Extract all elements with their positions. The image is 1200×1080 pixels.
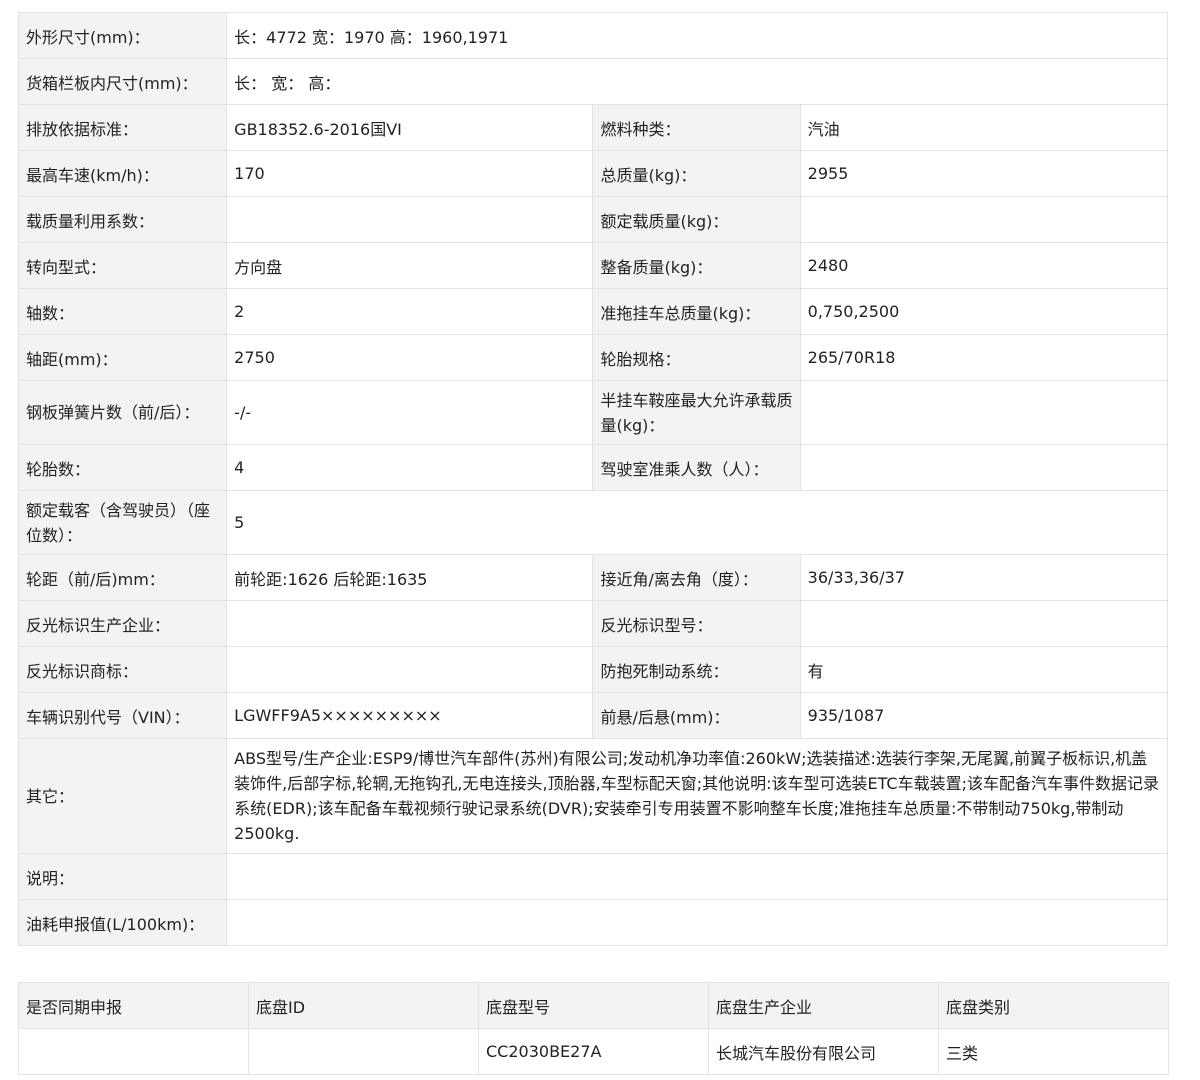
spec-row: 排放依据标准： GB18352.6-2016国VI 燃料种类： 汽油: [17, 104, 1169, 151]
spec-label: 轮胎数：: [17, 444, 228, 491]
spec-label: 前悬/后悬(mm)：: [592, 692, 801, 739]
table-cell: 三类: [938, 1028, 1169, 1075]
table-row: CC2030BE27A 长城汽车股份有限公司 三类: [18, 1028, 1169, 1075]
spec-label: 排放依据标准：: [17, 104, 228, 151]
spec-label: 半挂车鞍座最大允许承载质量(kg)：: [592, 380, 801, 445]
spec-value: [226, 196, 594, 243]
spec-value: 265/70R18: [799, 334, 1169, 381]
spec-value: GB18352.6-2016国VI: [226, 104, 594, 151]
column-header: 底盘类别: [938, 982, 1169, 1029]
spec-label: 轴数：: [17, 288, 228, 335]
column-header: 底盘型号: [478, 982, 709, 1029]
spec-value: -/-: [226, 380, 594, 445]
spec-value: 长：4772 宽：1970 高：1960,1971: [226, 12, 1168, 59]
spec-row: 外形尺寸(mm)： 长：4772 宽：1970 高：1960,1971: [17, 12, 1168, 59]
column-header: 底盘生产企业: [708, 982, 939, 1029]
spec-value: [799, 196, 1169, 243]
spec-row: 轮距（前/后)mm： 前轮距:1626 后轮距:1635 接近角/离去角（度）：…: [17, 554, 1169, 601]
spec-value: [799, 444, 1169, 491]
spec-value: 170: [226, 150, 594, 197]
spec-value: [799, 380, 1169, 445]
spec-label: 燃料种类：: [592, 104, 801, 151]
column-header: 底盘ID: [248, 982, 479, 1029]
spec-value: [226, 899, 1168, 946]
spec-label: 其它：: [17, 738, 228, 854]
table-cell: [248, 1028, 479, 1075]
spec-value: [226, 600, 594, 647]
spec-row: 货箱栏板内尺寸(mm)： 长： 宽： 高：: [17, 58, 1168, 105]
spec-value: LGWFF9A5×××××××××: [226, 692, 594, 739]
spec-row: 油耗申报值(L/100km)：: [17, 899, 1168, 946]
spec-label: 反光标识型号：: [592, 600, 801, 647]
chassis-header-row: 是否同期申报 底盘ID 底盘型号 底盘生产企业 底盘类别: [18, 982, 1169, 1029]
spec-value: 方向盘: [226, 242, 594, 289]
spec-value: 935/1087: [799, 692, 1169, 739]
spec-row: 其它： ABS型号/生产企业:ESP9/博世汽车部件(苏州)有限公司;发动机净功…: [17, 738, 1168, 854]
spec-row: 说明：: [17, 853, 1168, 900]
spec-value: 汽油: [799, 104, 1169, 151]
spec-value: 0,750,2500: [799, 288, 1169, 335]
spec-value: 2480: [799, 242, 1169, 289]
table-cell: CC2030BE27A: [478, 1028, 709, 1075]
spec-row: 轴距(mm)： 2750 轮胎规格： 265/70R18: [17, 334, 1169, 381]
spec-label: 最高车速(km/h)：: [17, 150, 228, 197]
column-header: 是否同期申报: [18, 982, 249, 1029]
spec-value: 前轮距:1626 后轮距:1635: [226, 554, 594, 601]
spec-label: 轮距（前/后)mm：: [17, 554, 228, 601]
spec-value: 2955: [799, 150, 1169, 197]
spec-value: ABS型号/生产企业:ESP9/博世汽车部件(苏州)有限公司;发动机净功率值:2…: [226, 738, 1168, 854]
spec-label: 轮胎规格：: [592, 334, 801, 381]
spec-label: 反光标识生产企业：: [17, 600, 228, 647]
spec-label: 整备质量(kg)：: [592, 242, 801, 289]
spec-row: 最高车速(km/h)： 170 总质量(kg)： 2955: [17, 150, 1169, 197]
table-cell: 长城汽车股份有限公司: [708, 1028, 939, 1075]
spec-label: 载质量利用系数：: [17, 196, 228, 243]
spec-value: 4: [226, 444, 594, 491]
spec-row: 额定载客（含驾驶员）（座位数）： 5: [17, 490, 1168, 555]
spec-row: 载质量利用系数： 额定载质量(kg)：: [17, 196, 1169, 243]
spec-label: 驾驶室准乘人数（人）：: [592, 444, 801, 491]
spec-value: 5: [226, 490, 1168, 555]
spec-label: 防抱死制动系统：: [592, 646, 801, 693]
spec-label: 外形尺寸(mm)：: [17, 12, 228, 59]
chassis-table: 是否同期申报 底盘ID 底盘型号 底盘生产企业 底盘类别 CC2030BE27A…: [18, 982, 1169, 1075]
vehicle-spec-table: 外形尺寸(mm)： 长：4772 宽：1970 高：1960,1971 货箱栏板…: [17, 12, 1169, 946]
spec-row: 轴数： 2 准拖挂车总质量(kg)： 0,750,2500: [17, 288, 1169, 335]
spec-label: 额定载客（含驾驶员）（座位数）：: [17, 490, 228, 555]
spec-value: 有: [799, 646, 1169, 693]
spec-label: 货箱栏板内尺寸(mm)：: [17, 58, 228, 105]
spec-value: 2750: [226, 334, 594, 381]
spec-label: 轴距(mm)：: [17, 334, 228, 381]
spec-label: 钢板弹簧片数（前/后）：: [17, 380, 228, 445]
spec-label: 总质量(kg)：: [592, 150, 801, 197]
spec-label: 额定载质量(kg)：: [592, 196, 801, 243]
spec-value: [226, 646, 594, 693]
spec-value: [799, 600, 1169, 647]
spec-row: 钢板弹簧片数（前/后）： -/- 半挂车鞍座最大允许承载质量(kg)：: [17, 380, 1169, 445]
spec-value: [226, 853, 1168, 900]
spec-label: 准拖挂车总质量(kg)：: [592, 288, 801, 335]
spec-value: 长： 宽： 高：: [226, 58, 1168, 105]
spec-label: 车辆识别代号（VIN）：: [17, 692, 228, 739]
spec-row: 反光标识生产企业： 反光标识型号：: [17, 600, 1169, 647]
spec-row: 轮胎数： 4 驾驶室准乘人数（人）：: [17, 444, 1169, 491]
spec-label: 转向型式：: [17, 242, 228, 289]
spec-label: 反光标识商标：: [17, 646, 228, 693]
spec-value: 2: [226, 288, 594, 335]
spec-row: 反光标识商标： 防抱死制动系统： 有: [17, 646, 1169, 693]
spec-label: 说明：: [17, 853, 228, 900]
spec-row: 转向型式： 方向盘 整备质量(kg)： 2480: [17, 242, 1169, 289]
spec-value: 36/33,36/37: [799, 554, 1169, 601]
spec-row: 车辆识别代号（VIN）： LGWFF9A5××××××××× 前悬/后悬(mm)…: [17, 692, 1169, 739]
spec-label: 油耗申报值(L/100km)：: [17, 899, 228, 946]
table-cell: [18, 1028, 249, 1075]
spec-label: 接近角/离去角（度）：: [592, 554, 801, 601]
